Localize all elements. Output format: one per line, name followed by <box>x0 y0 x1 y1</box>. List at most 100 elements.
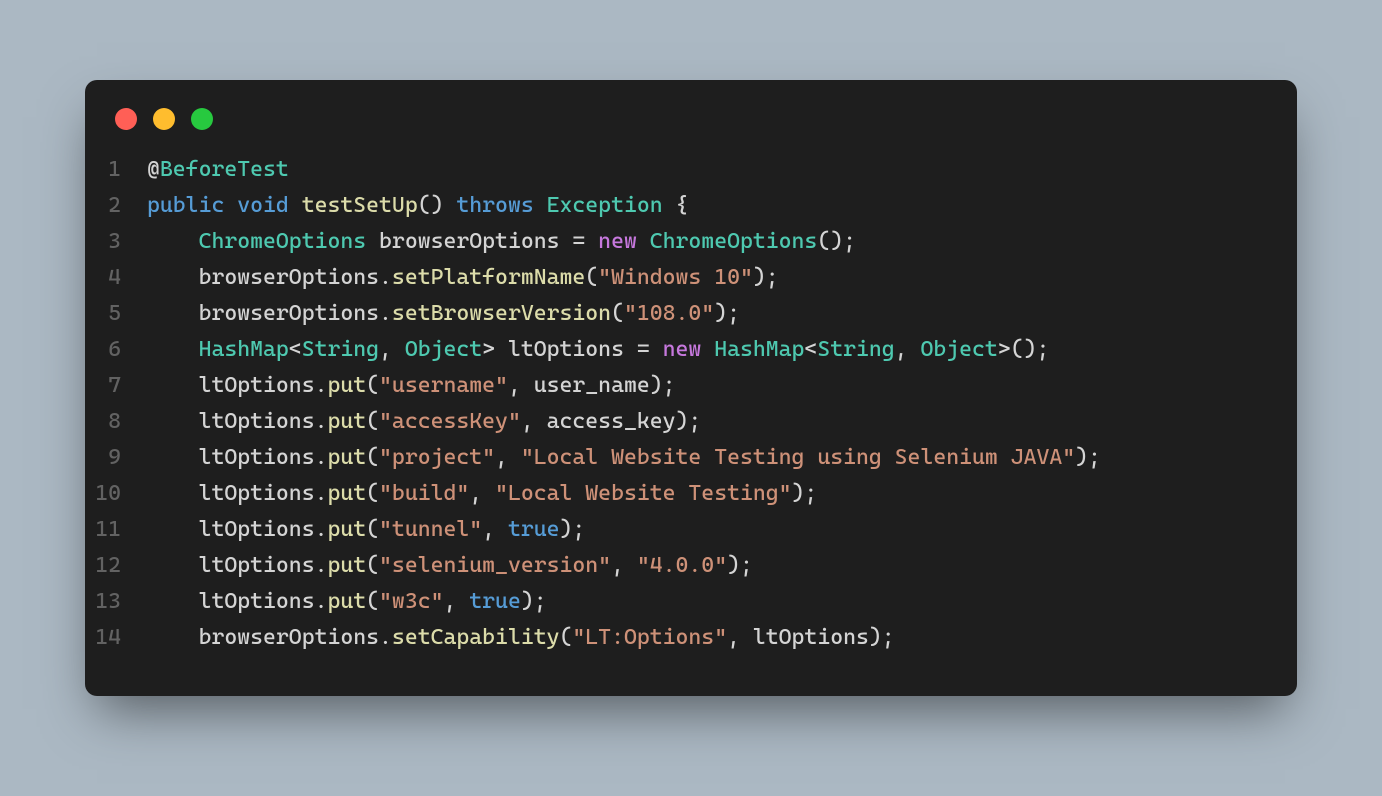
code-content[interactable]: HashMap<String, Object> ltOptions = new … <box>147 332 1049 368</box>
token: , <box>469 481 495 506</box>
line-number: 8 <box>85 404 147 440</box>
close-icon[interactable] <box>115 108 137 130</box>
token: { <box>663 193 689 218</box>
token: put <box>327 409 366 434</box>
code-line[interactable]: 6 HashMap<String, Object> ltOptions = ne… <box>85 332 1267 368</box>
token: ( <box>611 301 624 326</box>
token: ltOptions. <box>199 553 328 578</box>
token: put <box>327 517 366 542</box>
code-content[interactable]: ltOptions.put("accessKey", access_key); <box>147 404 701 440</box>
code-line[interactable]: 1@BeforeTest <box>85 152 1267 188</box>
code-line[interactable]: 5 browserOptions.setBrowserVersion("108.… <box>85 296 1267 332</box>
line-number: 3 <box>85 224 147 260</box>
titlebar <box>85 80 1297 152</box>
token: , <box>482 517 508 542</box>
token: ( <box>366 517 379 542</box>
code-line[interactable]: 11 ltOptions.put("tunnel", true); <box>85 512 1267 548</box>
line-number: 2 <box>85 188 147 224</box>
token: < <box>804 337 817 362</box>
token: ( <box>366 445 379 470</box>
token: >(); <box>998 337 1050 362</box>
code-content[interactable]: ltOptions.put("project", "Local Website … <box>147 440 1101 476</box>
token: @ <box>147 157 160 182</box>
token: , <box>495 445 521 470</box>
token: new <box>598 229 637 254</box>
token: Object <box>920 337 997 362</box>
token <box>534 193 547 218</box>
code-line[interactable]: 7 ltOptions.put("username", user_name); <box>85 368 1267 404</box>
token: put <box>327 481 366 506</box>
token: "project" <box>379 445 495 470</box>
token: put <box>327 445 366 470</box>
token: "Local Website Testing" <box>495 481 791 506</box>
code-content[interactable]: public void testSetUp() throws Exception… <box>147 188 688 224</box>
code-line[interactable]: 9 ltOptions.put("project", "Local Websit… <box>85 440 1267 476</box>
token: ltOptions. <box>199 517 328 542</box>
token: ( <box>366 589 379 614</box>
code-line[interactable]: 2public void testSetUp() throws Exceptio… <box>85 188 1267 224</box>
token: ); <box>1075 445 1101 470</box>
code-content[interactable]: ltOptions.put("selenium_version", "4.0.0… <box>147 548 753 584</box>
token: () <box>418 193 457 218</box>
code-line[interactable]: 13 ltOptions.put("w3c", true); <box>85 584 1267 620</box>
token: < <box>289 337 302 362</box>
token: ChromeOptions <box>199 229 367 254</box>
token: "Windows 10" <box>598 265 753 290</box>
code-content[interactable]: ChromeOptions browserOptions = new Chrom… <box>147 224 856 260</box>
token <box>637 229 650 254</box>
token: setPlatformName <box>392 265 585 290</box>
token: , <box>379 337 405 362</box>
token: "108.0" <box>624 301 714 326</box>
code-line[interactable]: 8 ltOptions.put("accessKey", access_key)… <box>85 404 1267 440</box>
token: ( <box>366 409 379 434</box>
token: ( <box>560 625 573 650</box>
token: true <box>469 589 521 614</box>
token: put <box>327 373 366 398</box>
line-number: 7 <box>85 368 147 404</box>
line-number: 6 <box>85 332 147 368</box>
token: browserOptions = <box>366 229 598 254</box>
line-number: 12 <box>85 548 147 584</box>
code-content[interactable]: ltOptions.put("tunnel", true); <box>147 512 585 548</box>
token: "selenium_version" <box>379 553 611 578</box>
token: ChromeOptions <box>650 229 818 254</box>
token: "w3c" <box>379 589 443 614</box>
token: ); <box>521 589 547 614</box>
token: String <box>817 337 894 362</box>
line-number: 1 <box>85 152 147 188</box>
token: browserOptions. <box>199 265 392 290</box>
token: , <box>443 589 469 614</box>
code-area[interactable]: 1@BeforeTest2public void testSetUp() thr… <box>85 152 1297 656</box>
token: throws <box>456 193 533 218</box>
code-line[interactable]: 12 ltOptions.put("selenium_version", "4.… <box>85 548 1267 584</box>
line-number: 4 <box>85 260 147 296</box>
maximize-icon[interactable] <box>191 108 213 130</box>
token: true <box>508 517 560 542</box>
code-line[interactable]: 4 browserOptions.setPlatformName("Window… <box>85 260 1267 296</box>
token: "4.0.0" <box>637 553 727 578</box>
token: ); <box>714 301 740 326</box>
token: put <box>327 553 366 578</box>
token <box>701 337 714 362</box>
code-content[interactable]: browserOptions.setCapability("LT:Options… <box>147 620 895 656</box>
token: > ltOptions = <box>482 337 662 362</box>
code-line[interactable]: 3 ChromeOptions browserOptions = new Chr… <box>85 224 1267 260</box>
code-line[interactable]: 14 browserOptions.setCapability("LT:Opti… <box>85 620 1267 656</box>
line-number: 11 <box>85 512 147 548</box>
code-content[interactable]: browserOptions.setBrowserVersion("108.0"… <box>147 296 740 332</box>
code-content[interactable]: ltOptions.put("build", "Local Website Te… <box>147 476 817 512</box>
code-content[interactable]: @BeforeTest <box>147 152 289 188</box>
token: ltOptions. <box>199 409 328 434</box>
code-content[interactable]: ltOptions.put("w3c", true); <box>147 584 547 620</box>
token: public <box>147 193 224 218</box>
code-content[interactable]: ltOptions.put("username", user_name); <box>147 368 676 404</box>
token: ltOptions. <box>199 445 328 470</box>
token <box>289 193 302 218</box>
code-content[interactable]: browserOptions.setPlatformName("Windows … <box>147 260 779 296</box>
token: ); <box>727 553 753 578</box>
minimize-icon[interactable] <box>153 108 175 130</box>
token: new <box>663 337 702 362</box>
token: ltOptions. <box>199 373 328 398</box>
token: ( <box>585 265 598 290</box>
code-line[interactable]: 10 ltOptions.put("build", "Local Website… <box>85 476 1267 512</box>
